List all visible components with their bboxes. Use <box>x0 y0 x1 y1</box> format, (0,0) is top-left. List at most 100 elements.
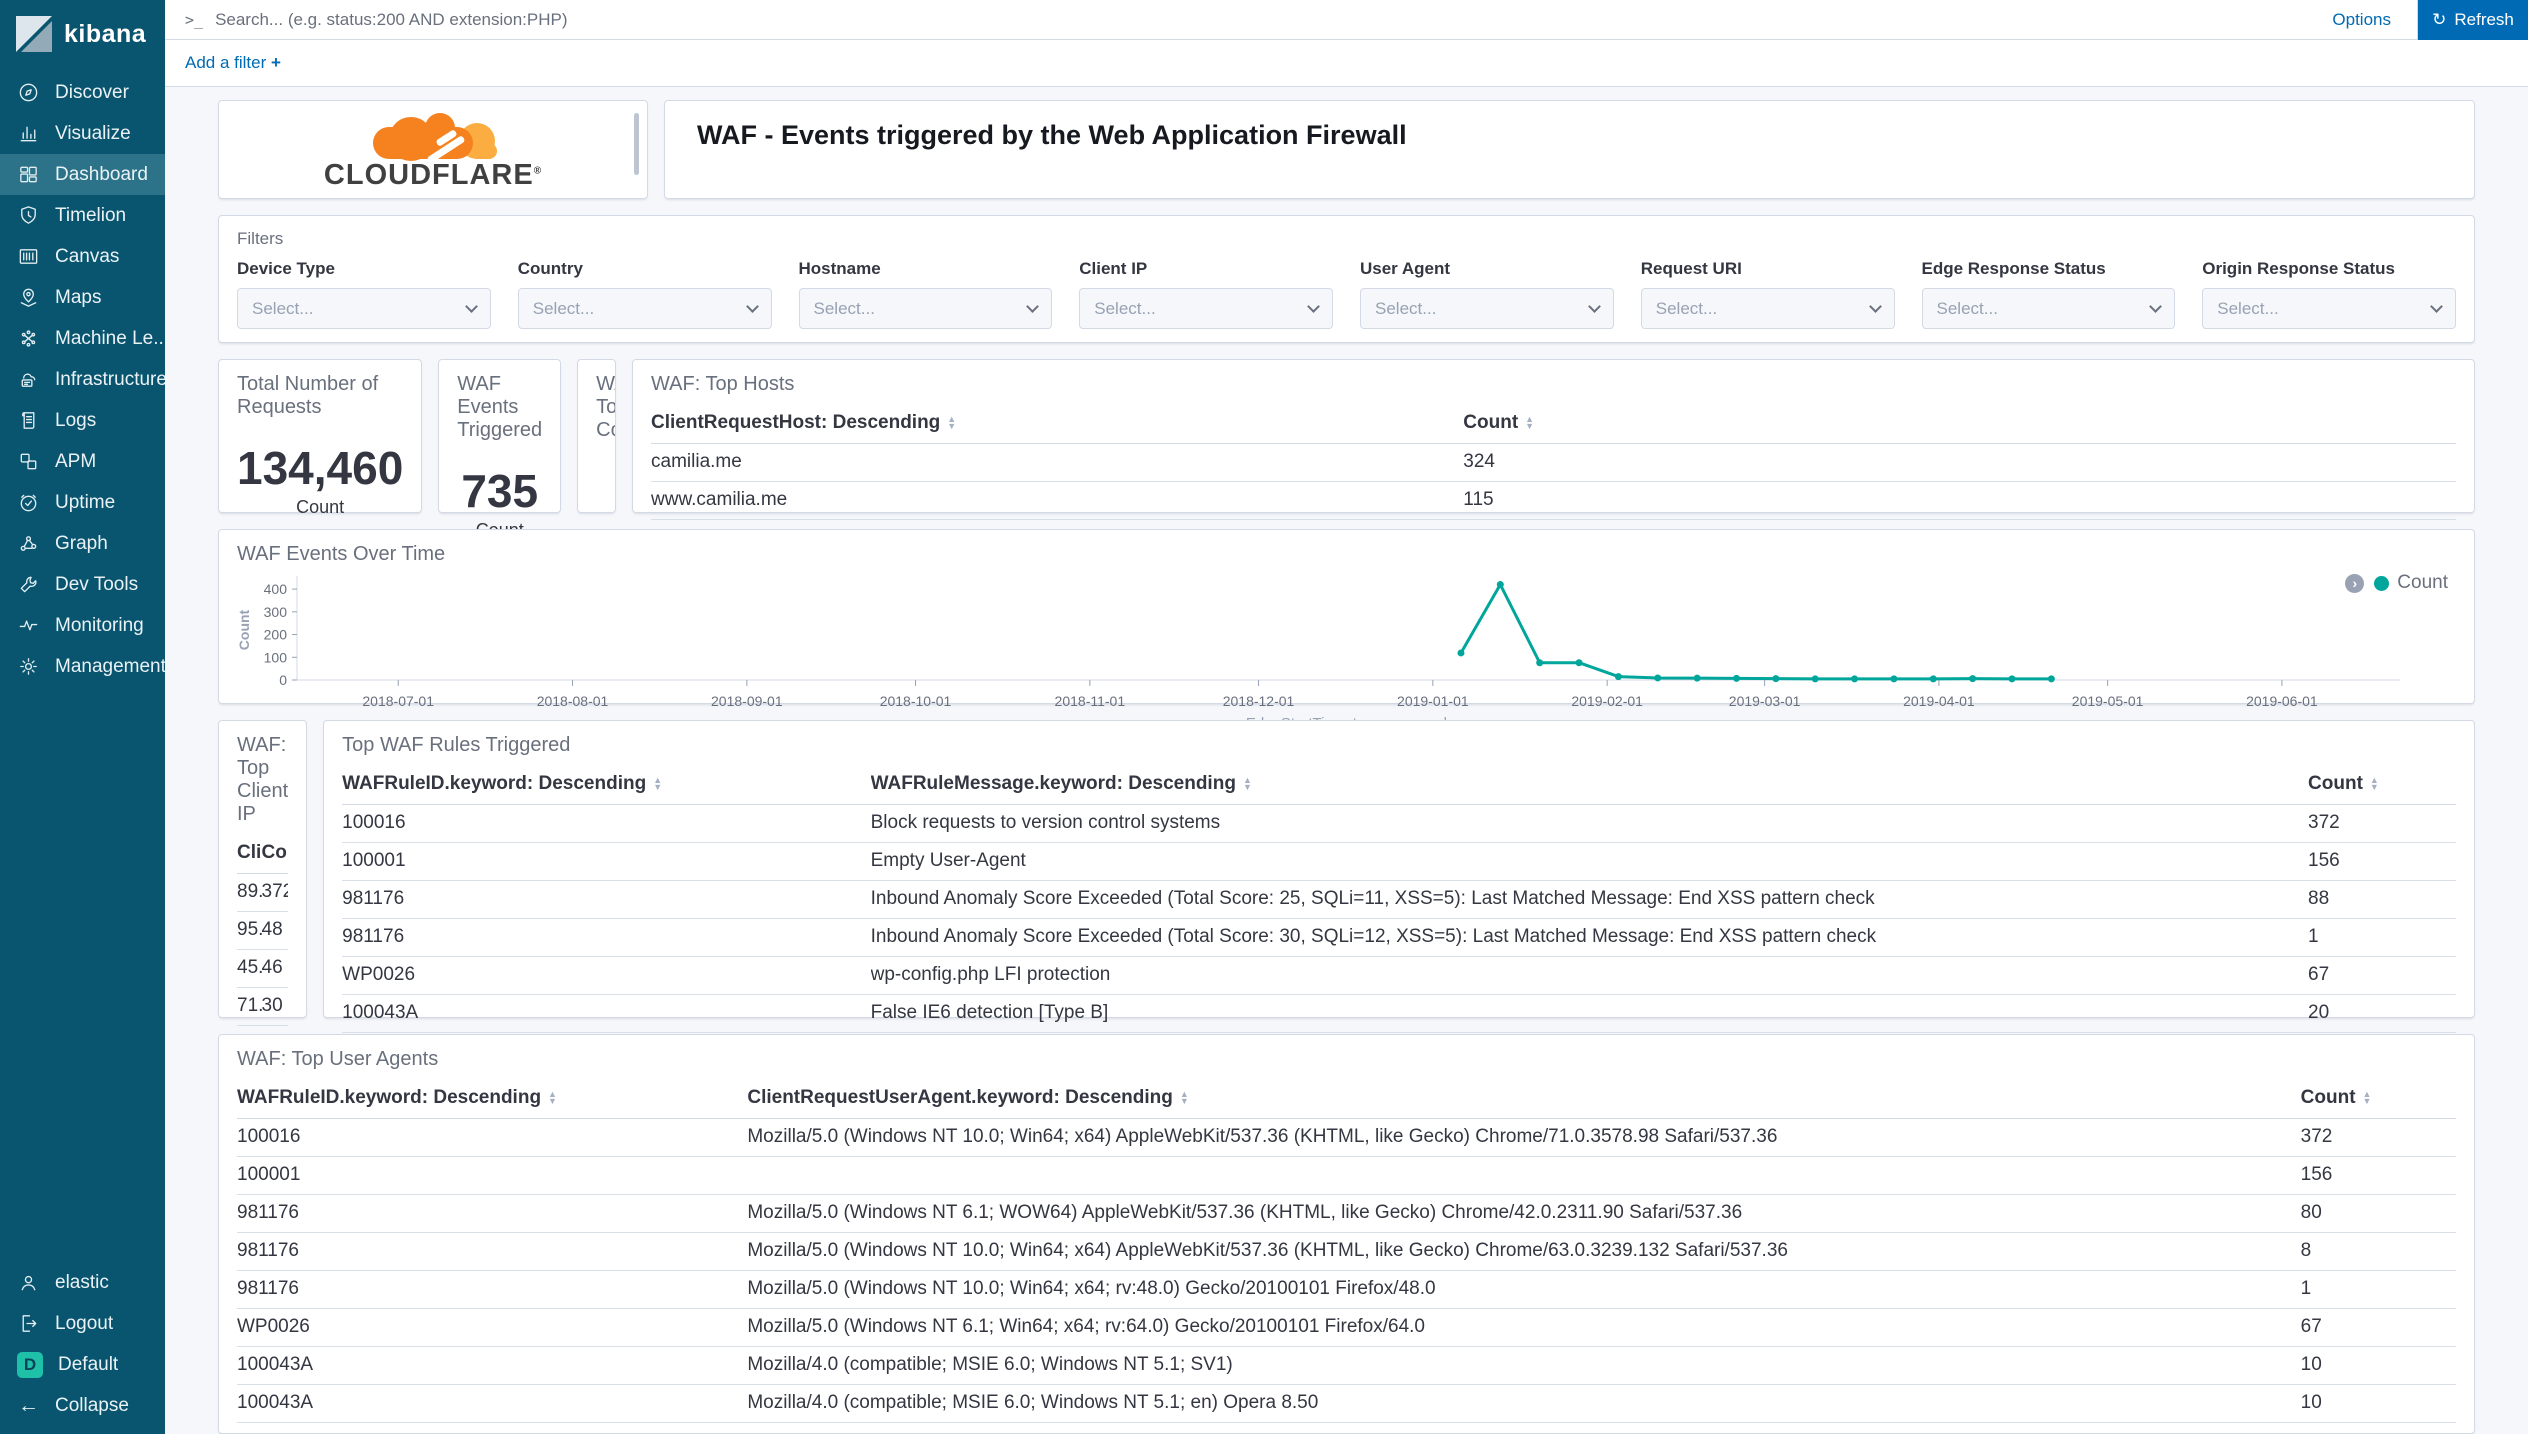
filter-select-hostname[interactable]: Select... <box>799 288 1053 329</box>
sidebar-item-dev-tools[interactable]: Dev Tools <box>0 564 165 605</box>
sidebar-item-canvas[interactable]: Canvas <box>0 236 165 277</box>
column-header[interactable]: Count▲▼ <box>2301 1079 2456 1119</box>
sort-icon[interactable]: ▲▼ <box>1243 777 1252 791</box>
select-placeholder: Select... <box>1656 299 1717 319</box>
chevron-down-icon <box>465 300 478 313</box>
svg-text:2018-11-01: 2018-11-01 <box>1055 693 1126 709</box>
top-user-agents-table: WAFRuleID.keyword: Descending▲▼ClientReq… <box>237 1079 2456 1423</box>
refresh-button[interactable]: ↻ Refresh <box>2418 0 2528 40</box>
sidebar-item-collapse[interactable]: ←Collapse <box>0 1385 165 1426</box>
filter-select-request-uri[interactable]: Select... <box>1641 288 1895 329</box>
sort-icon[interactable]: ▲▼ <box>1180 1091 1189 1105</box>
compass-icon <box>17 81 40 104</box>
sort-icon[interactable]: ▲▼ <box>548 1091 557 1105</box>
sidebar-item-infrastructure[interactable]: Infrastructure <box>0 359 165 400</box>
chevron-down-icon <box>2149 300 2162 313</box>
dashboard-icon <box>17 163 40 186</box>
sort-icon[interactable]: ▲▼ <box>653 777 662 791</box>
table-cell: 45.117.160.21 <box>237 950 262 988</box>
sidebar-item-management[interactable]: Management <box>0 646 165 687</box>
column-header[interactable]: ClientRequestUserAgent.keyword: Descendi… <box>747 1079 2300 1119</box>
svg-text:2018-08-01: 2018-08-01 <box>537 693 609 709</box>
add-filter-button[interactable]: Add a filter + <box>185 53 281 73</box>
filter-select-client-ip[interactable]: Select... <box>1079 288 1333 329</box>
table-cell: 10 <box>2301 1347 2456 1385</box>
filter-select-edge-response-status[interactable]: Select... <box>1922 288 2176 329</box>
table-cell: 115 <box>1463 482 2456 520</box>
svg-text:2019-04-01: 2019-04-01 <box>1903 693 1975 709</box>
query-topbar: >_ Options ↻ Refresh <box>165 0 2528 40</box>
column-header[interactable]: Count▲▼ <box>1463 404 2456 444</box>
filter-select-device-type[interactable]: Select... <box>237 288 491 329</box>
panel-scrollbar[interactable] <box>634 113 639 175</box>
sidebar-item-logout[interactable]: Logout <box>0 1303 165 1344</box>
table-cell: Mozilla/4.0 (compatible; MSIE 6.0; Windo… <box>747 1347 2300 1385</box>
panel-title: Top WAF Rules Triggered <box>342 734 2456 757</box>
sidebar-item-visualize[interactable]: Visualize <box>0 113 165 154</box>
sidebar-item-logs[interactable]: Logs <box>0 400 165 441</box>
sidebar-item-timelion[interactable]: Timelion <box>0 195 165 236</box>
filter-select-country[interactable]: Select... <box>518 288 772 329</box>
sidebar-item-label: Management <box>55 656 165 678</box>
top-client-ip-panel: WAF: Top Client IP ClientIP.ip: Descendi… <box>218 720 307 1018</box>
plus-icon: + <box>271 53 281 72</box>
sort-icon[interactable]: ▲▼ <box>1525 416 1534 430</box>
sort-icon[interactable]: ▲▼ <box>2363 1091 2372 1105</box>
sidebar-item-machine-learning[interactable]: Machine Le... <box>0 318 165 359</box>
sidebar-item-graph[interactable]: Graph <box>0 523 165 564</box>
svg-text:400: 400 <box>264 581 288 597</box>
events-over-time-line-chart[interactable]: 01002003004002018-07-012018-08-012018-09… <box>235 570 2425 730</box>
sidebar-item-discover[interactable]: Discover <box>0 72 165 113</box>
table-cell: WP0026 <box>237 1309 747 1347</box>
table-cell: 67 <box>2301 1309 2456 1347</box>
column-header[interactable]: Count▲▼ <box>2308 765 2456 805</box>
filter-grid: Device TypeSelect...CountrySelect...Host… <box>237 259 2456 329</box>
sidebar-item-apm[interactable]: APM <box>0 441 165 482</box>
sidebar-item-label: Logs <box>55 410 96 432</box>
metric-value: 735 <box>457 464 542 518</box>
filter-select-user-agent[interactable]: Select... <box>1360 288 1614 329</box>
sidebar-item-monitoring[interactable]: Monitoring <box>0 605 165 646</box>
canvas-frame-icon <box>17 245 40 268</box>
column-header[interactable]: WAFRuleID.keyword: Descending▲▼ <box>342 765 870 805</box>
panel-title: WAF: Top Countries <box>596 373 597 442</box>
sidebar-item-label: Graph <box>55 533 108 555</box>
table-cell: camilia.me <box>651 444 1463 482</box>
user-icon <box>17 1271 40 1294</box>
sidebar-item-dashboard[interactable]: Dashboard <box>0 154 165 195</box>
cloudflare-logo: CLOUDFLARE® <box>324 113 542 190</box>
filter-select-origin-response-status[interactable]: Select... <box>2202 288 2456 329</box>
column-header[interactable]: ClientRequestHost: Descending▲▼ <box>651 404 1463 444</box>
table-row: 89.248.174.141372 <box>237 874 288 912</box>
panel-title: WAF: Top Client IP <box>237 734 288 826</box>
table-cell: 100043A <box>237 1385 747 1423</box>
table-row: 100016Block requests to version control … <box>342 805 2456 843</box>
sidebar-item-label: Machine Le... <box>55 328 165 350</box>
sort-icon[interactable]: ▲▼ <box>2370 777 2379 791</box>
sidebar-item-label: Timelion <box>55 205 126 227</box>
sidebar-item-elastic[interactable]: elastic <box>0 1262 165 1303</box>
sidebar-item-maps[interactable]: Maps <box>0 277 165 318</box>
table-cell <box>747 1157 2300 1195</box>
sort-icon[interactable]: ▲▼ <box>947 416 956 430</box>
top-waf-rules-table: WAFRuleID.keyword: Descending▲▼WAFRuleMe… <box>342 765 2456 1033</box>
column-header[interactable]: WAFRuleMessage.keyword: Descending▲▼ <box>871 765 2308 805</box>
table-row: 100001156 <box>237 1157 2456 1195</box>
graph-nodes-icon <box>17 532 40 555</box>
timelion-shield-icon <box>17 204 40 227</box>
kibana-logo-block[interactable]: kibana <box>0 0 165 72</box>
table-cell: 100016 <box>237 1119 747 1157</box>
column-header[interactable]: Count▲▼ <box>262 834 289 874</box>
search-input[interactable] <box>215 10 2306 30</box>
sidebar: kibana DiscoverVisualizeDashboard Timelio… <box>0 0 165 1434</box>
column-header[interactable]: ClientIP.ip: Descending▲▼ <box>237 834 262 874</box>
table-cell: 1 <box>2308 919 2456 957</box>
table-cell: Mozilla/5.0 (Windows NT 6.1; Win64; x64;… <box>747 1309 2300 1347</box>
select-placeholder: Select... <box>1375 299 1436 319</box>
table-row: 100043AMozilla/4.0 (compatible; MSIE 6.0… <box>237 1347 2456 1385</box>
sidebar-item-default[interactable]: DDefault <box>0 1344 165 1385</box>
sidebar-item-uptime[interactable]: Uptime <box>0 482 165 523</box>
options-link[interactable]: Options <box>2306 10 2417 30</box>
table-cell: 981176 <box>237 1233 747 1271</box>
column-header[interactable]: WAFRuleID.keyword: Descending▲▼ <box>237 1079 747 1119</box>
